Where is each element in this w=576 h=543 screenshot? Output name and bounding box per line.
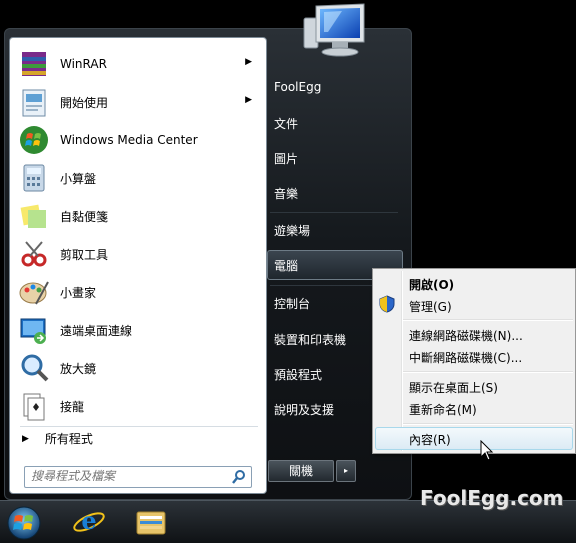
paint-icon (19, 281, 49, 305)
program-item[interactable]: 小畫家 (14, 274, 262, 310)
search-box[interactable] (24, 466, 252, 488)
properties-highlight[interactable] (375, 427, 573, 450)
program-label: 小算盤 (60, 171, 97, 186)
program-label: 剪取工具 (60, 247, 109, 262)
all-programs-button[interactable]: ▶ 所有程式 (22, 430, 93, 447)
winrar-icon (22, 52, 46, 76)
devices-printers-link[interactable]: 裝置和印表機 (274, 331, 346, 348)
program-item[interactable]: WinRAR ▶ (14, 46, 262, 82)
program-item[interactable]: 剪取工具 (14, 236, 262, 272)
menu-separator (403, 371, 573, 373)
program-label: 遠端桌面連線 (60, 323, 133, 338)
control-panel-link[interactable]: 控制台 (274, 295, 310, 312)
program-label: 開始使用 (60, 95, 109, 110)
remote-desktop-icon (20, 318, 46, 344)
snipping-tool-icon (21, 241, 47, 267)
disconnect-network-drive-menu-item[interactable]: 中斷網路磁碟機(C)... (409, 349, 522, 366)
internet-explorer-icon[interactable]: e (72, 506, 106, 538)
solitaire-icon (23, 393, 45, 421)
watermark: FoolEgg.com (420, 486, 564, 510)
windows-explorer-icon[interactable] (134, 508, 168, 538)
program-item[interactable]: Windows Media Center (14, 122, 262, 158)
context-menu: 開啟(O) 管理(G) 連線網路磁碟機(N)... 中斷網路磁碟機(C)... … (372, 268, 576, 454)
getting-started-icon (22, 89, 46, 117)
submenu-arrow-icon: ▶ (245, 95, 252, 105)
properties-menu-item[interactable]: 內容(R) (409, 431, 451, 448)
games-link[interactable]: 遊樂場 (274, 222, 310, 239)
program-label: 放大鏡 (60, 361, 97, 376)
programs-pane: WinRAR ▶ 開始使用 ▶ Windows Media Center 小算盤自黏便箋剪… (9, 37, 267, 494)
calculator-icon (23, 164, 45, 192)
search-icon[interactable] (231, 469, 247, 485)
rename-menu-item[interactable]: 重新命名(M) (409, 401, 477, 418)
manage-menu-item[interactable]: 管理(G) (409, 298, 452, 315)
expand-triangle-icon: ▶ (22, 433, 29, 444)
documents-link[interactable]: 文件 (274, 115, 298, 132)
program-item[interactable]: 小算盤 (14, 160, 262, 196)
music-link[interactable]: 音樂 (274, 185, 298, 202)
sticky-notes-icon (20, 204, 46, 228)
svg-text:e: e (81, 506, 96, 535)
user-folder-link[interactable]: FoolEgg (274, 80, 321, 94)
computer-monitor-icon (303, 3, 365, 57)
separator (20, 426, 258, 427)
program-label: 自黏便箋 (60, 209, 109, 224)
program-label: 接龍 (60, 399, 85, 414)
help-support-link[interactable]: 說明及支援 (274, 401, 334, 418)
program-item[interactable]: 放大鏡 (14, 350, 262, 386)
menu-separator (403, 423, 573, 425)
shutdown-options-button[interactable]: ▸ (336, 460, 356, 482)
menu-separator (403, 319, 573, 321)
pictures-link[interactable]: 圖片 (274, 150, 298, 167)
program-item[interactable]: 自黏便箋 (14, 198, 262, 234)
computer-link[interactable]: 電腦 (274, 257, 298, 274)
search-input[interactable] (25, 467, 226, 485)
program-label: WinRAR (60, 57, 107, 71)
show-on-desktop-menu-item[interactable]: 顯示在桌面上(S) (409, 379, 498, 396)
separator (270, 212, 398, 213)
default-programs-link[interactable]: 預設程式 (274, 366, 322, 383)
all-programs-label: 所有程式 (44, 432, 93, 446)
program-label: Windows Media Center (60, 133, 198, 147)
program-item[interactable]: 開始使用 ▶ (14, 84, 262, 120)
program-item[interactable]: 接龍 (14, 388, 262, 424)
magnifier-icon (21, 354, 49, 382)
mouse-cursor-icon (480, 440, 494, 461)
program-label: 小畫家 (60, 285, 97, 300)
start-orb-icon[interactable] (6, 505, 42, 541)
uac-shield-icon (379, 295, 395, 313)
program-item[interactable]: 遠端桌面連線 (14, 312, 262, 348)
shutdown-button[interactable]: 關機 (268, 460, 334, 482)
open-menu-item[interactable]: 開啟(O) (409, 276, 454, 293)
media-center-icon (20, 126, 48, 154)
map-network-drive-menu-item[interactable]: 連線網路磁碟機(N)... (409, 327, 523, 344)
submenu-arrow-icon: ▶ (245, 57, 252, 67)
